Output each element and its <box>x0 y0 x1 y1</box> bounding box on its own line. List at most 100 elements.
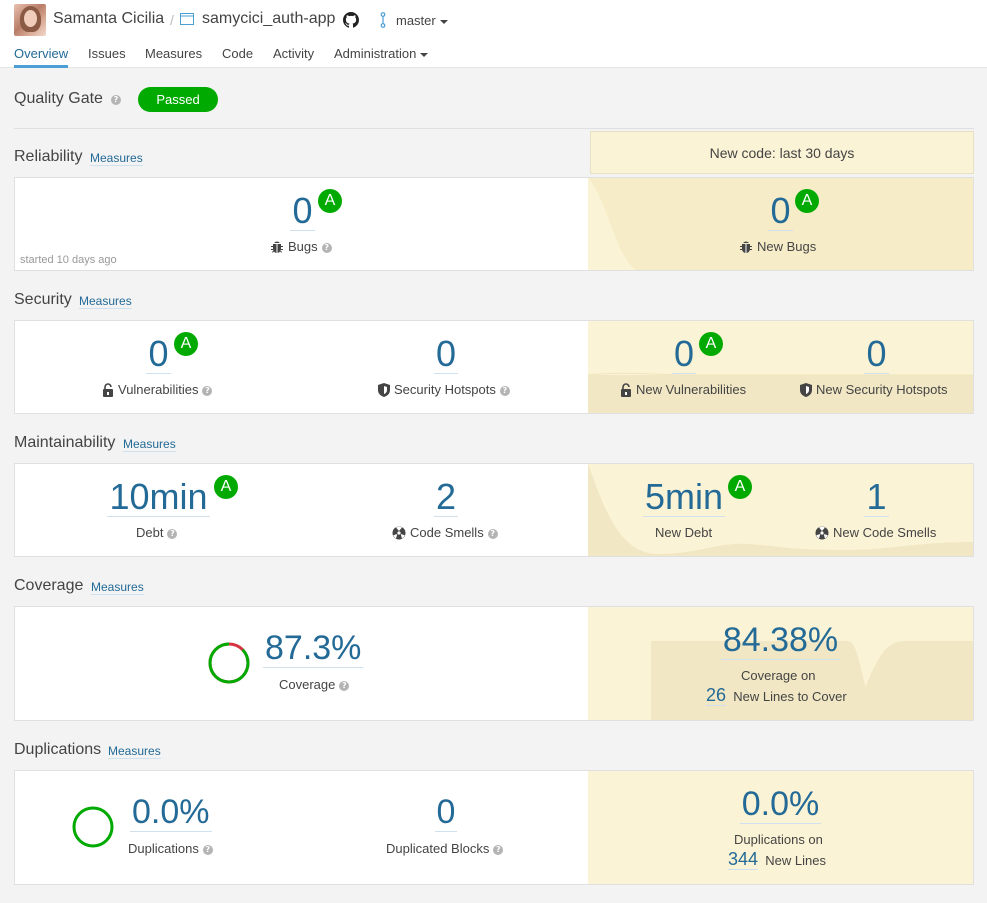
new-code-smells-label: New Code Smells <box>815 525 936 541</box>
new-code-area: 0 A New Vulnerabilities 0 New Security H… <box>588 321 973 413</box>
coverage-label: Coverage? <box>279 677 350 692</box>
tab-activity[interactable]: Activity <box>273 46 314 61</box>
maintainability-title: Maintainability <box>14 434 116 451</box>
new-security-hotspots-value[interactable]: 0 <box>864 335 889 374</box>
new-bugs-metric: 0 <box>588 192 973 231</box>
bugs-value[interactable]: 0 <box>290 192 315 231</box>
security-hotspots-value[interactable]: 0 <box>433 335 459 374</box>
new-lines-to-cover: 26 New Lines to Cover <box>706 685 847 706</box>
code-smells-value[interactable]: 2 <box>433 478 459 517</box>
duplications-title: Duplications <box>14 741 102 758</box>
security-measures-link[interactable]: Measures <box>79 294 132 309</box>
branch-icon <box>380 12 386 28</box>
debt-value[interactable]: 10min <box>107 478 210 517</box>
reliability-title: Reliability <box>14 148 83 165</box>
new-code-area: 0 A New Bugs <box>588 178 973 270</box>
help-icon[interactable]: ? <box>111 95 121 105</box>
vulnerabilities-value[interactable]: 0 <box>146 335 171 374</box>
new-code-smells-metric: 1 <box>780 478 973 517</box>
new-code-area: 0.0% Duplications on 344 New Lines <box>588 771 973 884</box>
tab-code[interactable]: Code <box>222 46 253 61</box>
new-duplications-metric: 0.0% <box>588 785 973 824</box>
new-code-period-header: New code: last 30 days <box>590 131 974 174</box>
breadcrumb-project[interactable]: samycici_auth-app <box>202 10 335 28</box>
unlock-icon <box>621 382 631 397</box>
unlock-icon <box>103 382 113 397</box>
bugs-rating-badge[interactable]: A <box>318 189 342 213</box>
duplications-value[interactable]: 0.0% <box>130 793 212 832</box>
started-timestamp: started 10 days ago <box>20 254 117 266</box>
top-bar: Samanta Cicilia / samycici_auth-app mast… <box>0 0 987 68</box>
security-hotspots-metric: 0 <box>302 335 590 374</box>
new-lines-value[interactable]: 344 <box>728 849 759 870</box>
vulnerabilities-label: Vulnerabilities? <box>102 382 213 398</box>
duplicated-blocks-value[interactable]: 0 <box>434 793 458 832</box>
help-icon[interactable]: ? <box>321 242 332 253</box>
help-icon[interactable]: ? <box>202 844 213 855</box>
new-code-smells-value[interactable]: 1 <box>864 478 889 517</box>
project-icon <box>180 13 194 25</box>
help-icon[interactable]: ? <box>202 385 213 396</box>
coverage-panel: 87.3% Coverage? 84.38% Coverage on 26 Ne… <box>14 606 974 721</box>
duplications-measures-link[interactable]: Measures <box>108 744 161 759</box>
new-coverage-metric: 84.38% <box>588 621 973 660</box>
new-coverage-value[interactable]: 84.38% <box>720 621 841 660</box>
tab-measures[interactable]: Measures <box>145 46 202 61</box>
maintainability-measures-link[interactable]: Measures <box>123 437 176 452</box>
duplications-donut-chart[interactable] <box>71 805 115 849</box>
coverage-measures-link[interactable]: Measures <box>91 580 144 595</box>
new-lines: 344 New Lines <box>728 849 826 870</box>
reliability-panel: 0 A Bugs? started 10 days ago 0 A New Bu… <box>14 177 974 271</box>
new-duplications-value[interactable]: 0.0% <box>739 785 822 824</box>
new-bugs-rating-badge[interactable]: A <box>795 189 819 213</box>
help-icon[interactable]: ? <box>167 528 178 539</box>
divider <box>14 128 974 129</box>
new-vulnerabilities-value[interactable]: 0 <box>671 335 697 374</box>
debt-rating-badge[interactable]: A <box>214 475 238 499</box>
help-icon[interactable]: ? <box>339 680 350 691</box>
vulnerabilities-metric: 0 <box>15 335 302 374</box>
new-debt-label: New Debt <box>655 525 713 540</box>
new-bugs-value[interactable]: 0 <box>768 192 793 231</box>
new-vulnerabilities-label: New Vulnerabilities <box>620 382 746 398</box>
quality-gate-title: Quality Gate <box>14 90 103 107</box>
help-icon[interactable]: ? <box>493 844 504 855</box>
coverage-value[interactable]: 87.3% <box>263 629 364 668</box>
breadcrumb-organization[interactable]: Samanta Cicilia <box>53 10 164 28</box>
help-icon[interactable]: ? <box>487 528 498 539</box>
duplicated-blocks-metric: 0 <box>302 793 590 832</box>
new-security-hotspots-label: New Security Hotspots <box>800 382 948 398</box>
maintainability-panel: 10min A Debt? 2 Code Smells? 5min A New … <box>14 463 974 557</box>
coverage-title: Coverage <box>14 577 84 594</box>
tab-administration[interactable]: Administration <box>334 46 429 61</box>
code-smell-icon <box>815 526 829 540</box>
new-lines-to-cover-value[interactable]: 26 <box>706 685 727 706</box>
coverage-donut-chart[interactable] <box>207 641 251 685</box>
new-debt-rating-badge[interactable]: A <box>728 475 752 499</box>
new-coverage-label: Coverage on <box>741 668 816 683</box>
shield-icon <box>378 382 390 397</box>
chevron-down-icon <box>439 19 448 24</box>
quality-gate-status-badge: Passed <box>138 87 218 112</box>
security-panel: 0 A Vulnerabilities? 0 Security Hotspots… <box>14 320 974 414</box>
duplications-panel: 0.0% Duplications? 0 Duplicated Blocks? … <box>14 770 974 885</box>
debt-metric: 10min <box>15 478 302 517</box>
tab-issues[interactable]: Issues <box>88 46 126 61</box>
new-debt-value[interactable]: 5min <box>642 478 726 517</box>
code-smells-label: Code Smells? <box>392 525 498 541</box>
github-icon[interactable] <box>343 12 359 28</box>
new-code-area: 5min A New Debt 1 New Code Smells <box>588 464 973 556</box>
new-vulnerabilities-rating-badge[interactable]: A <box>699 332 723 356</box>
avatar[interactable] <box>14 4 46 36</box>
new-security-hotspots-metric: 0 <box>780 335 973 374</box>
branch-selector[interactable]: master <box>396 13 448 28</box>
code-smell-icon <box>392 526 406 540</box>
help-icon[interactable]: ? <box>499 385 510 396</box>
vulnerabilities-rating-badge[interactable]: A <box>174 332 198 356</box>
reliability-measures-link[interactable]: Measures <box>90 151 143 166</box>
breadcrumb-separator: / <box>170 12 174 28</box>
shield-icon <box>800 382 812 397</box>
bug-icon <box>271 241 283 253</box>
coverage-metric: 87.3% <box>263 629 364 668</box>
tab-overview[interactable]: Overview <box>14 46 69 68</box>
